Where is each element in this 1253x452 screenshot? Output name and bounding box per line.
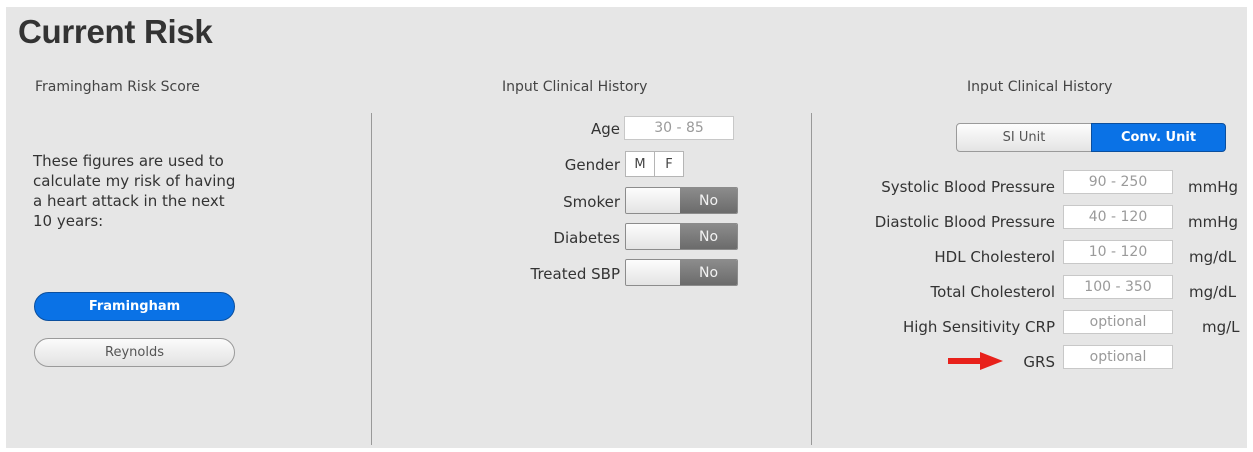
diastolic-unit: mmHg: [1188, 213, 1239, 231]
reynolds-button[interactable]: Reynolds: [34, 338, 235, 367]
toggle-state: No: [680, 260, 737, 285]
toggle-state: No: [680, 224, 737, 249]
systolic-label: Systolic Blood Pressure: [881, 178, 1055, 196]
framingham-button[interactable]: Framingham: [34, 292, 235, 321]
clinical-history-header-right: Input Clinical History: [967, 79, 1113, 95]
page-title: Current Risk: [18, 13, 213, 50]
total-cholesterol-unit: mg/dL: [1189, 283, 1237, 301]
toggle-state: No: [680, 188, 737, 213]
diastolic-input[interactable]: 40 - 120: [1063, 205, 1173, 229]
risk-description: These figures are used to calculate my r…: [33, 152, 236, 230]
current-risk-panel: Current Risk Framingham Risk Score These…: [6, 7, 1247, 448]
diabetes-toggle[interactable]: No: [625, 223, 738, 250]
systolic-unit: mmHg: [1188, 178, 1239, 196]
age-input[interactable]: 30 - 85: [624, 116, 734, 140]
crp-input[interactable]: optional: [1063, 310, 1173, 334]
treated-sbp-toggle[interactable]: No: [625, 259, 738, 286]
systolic-input[interactable]: 90 - 250: [1063, 170, 1173, 194]
column-divider: [371, 113, 372, 445]
diabetes-label: Diabetes: [553, 229, 620, 247]
total-cholesterol-input[interactable]: 100 - 350: [1063, 275, 1173, 299]
toggle-knob: [626, 260, 680, 285]
diastolic-label: Diastolic Blood Pressure: [874, 213, 1055, 231]
hdl-label: HDL Cholesterol: [934, 248, 1055, 266]
gender-female-button[interactable]: F: [654, 151, 684, 177]
grs-label: GRS: [1023, 353, 1055, 371]
smoker-toggle[interactable]: No: [625, 187, 738, 214]
grs-input[interactable]: optional: [1063, 345, 1173, 369]
treated-sbp-label: Treated SBP: [530, 265, 620, 283]
smoker-label: Smoker: [563, 193, 620, 211]
conv-unit-button[interactable]: Conv. Unit: [1091, 123, 1226, 152]
si-unit-button[interactable]: SI Unit: [956, 123, 1092, 152]
gender-male-button[interactable]: M: [625, 151, 655, 177]
red-arrow-icon: [948, 352, 1003, 370]
hdl-input[interactable]: 10 - 120: [1063, 240, 1173, 264]
hdl-unit: mg/dL: [1189, 248, 1237, 266]
total-cholesterol-label: Total Cholesterol: [930, 283, 1055, 301]
column-divider: [811, 113, 812, 445]
clinical-history-header-middle: Input Clinical History: [502, 79, 648, 95]
crp-unit: mg/L: [1202, 318, 1240, 336]
age-label: Age: [590, 120, 620, 138]
toggle-knob: [626, 188, 680, 213]
crp-label: High Sensitivity CRP: [902, 318, 1055, 336]
framingham-header: Framingham Risk Score: [35, 79, 200, 95]
toggle-knob: [626, 224, 680, 249]
gender-label: Gender: [564, 156, 620, 174]
